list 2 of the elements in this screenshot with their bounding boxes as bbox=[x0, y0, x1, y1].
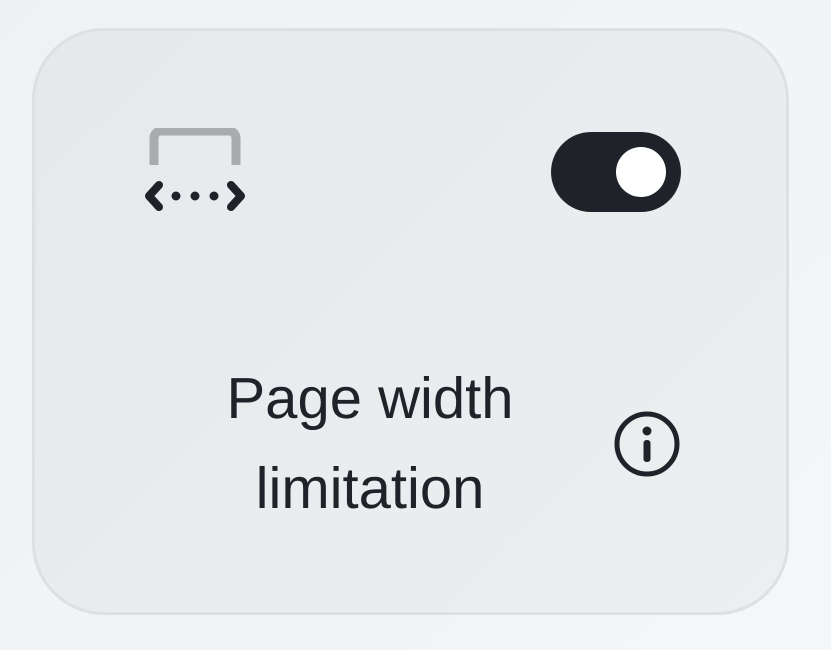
info-icon[interactable] bbox=[613, 410, 681, 478]
setting-label: Page width limitation bbox=[226, 365, 514, 523]
